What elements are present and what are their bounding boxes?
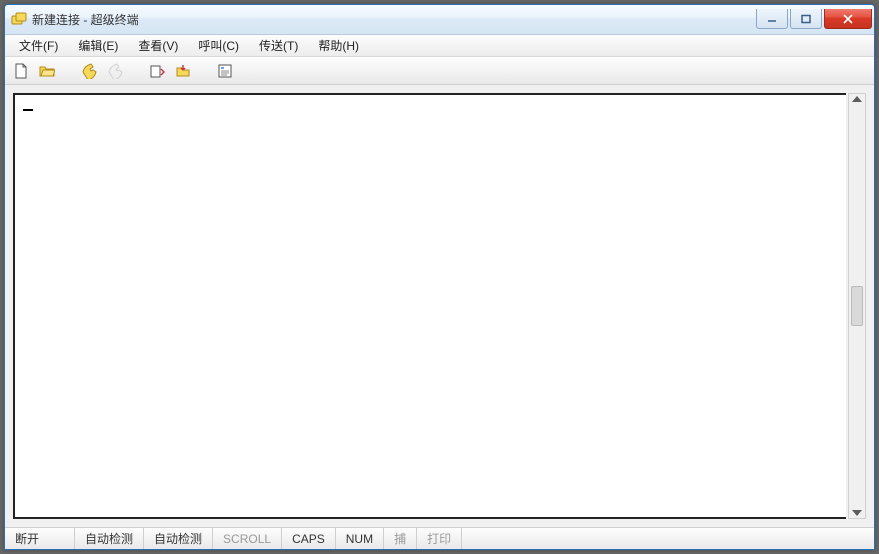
maximize-button[interactable]: [790, 9, 822, 29]
title-bar: 新建连接 - 超级终端: [5, 5, 874, 35]
vertical-scrollbar[interactable]: [848, 93, 866, 519]
status-print: 打印: [417, 528, 462, 549]
client-area: [5, 85, 874, 527]
send-file-icon[interactable]: [147, 61, 167, 81]
scroll-up-icon[interactable]: [852, 96, 862, 102]
menu-edit[interactable]: 编辑(E): [68, 35, 128, 56]
open-folder-icon[interactable]: [37, 61, 57, 81]
app-window: 新建连接 - 超级终端 文件(F) 编辑(E) 查看(V) 呼叫(C) 传送(T…: [4, 4, 875, 550]
status-autodetect-2: 自动检测: [144, 528, 213, 549]
status-autodetect-1: 自动检测: [75, 528, 144, 549]
phone-connect-icon[interactable]: [79, 61, 99, 81]
toolbar: [5, 57, 874, 85]
status-capture: 捕: [384, 528, 417, 549]
app-icon: [11, 12, 27, 28]
properties-icon[interactable]: [215, 61, 235, 81]
window-title: 新建连接 - 超级终端: [32, 11, 139, 28]
terminal-cursor: [23, 109, 33, 111]
phone-disconnect-icon[interactable]: [105, 61, 125, 81]
close-button[interactable]: [824, 9, 872, 29]
receive-file-icon[interactable]: [173, 61, 193, 81]
menu-bar: 文件(F) 编辑(E) 查看(V) 呼叫(C) 传送(T) 帮助(H): [5, 35, 874, 57]
minimize-button[interactable]: [756, 9, 788, 29]
status-connection: 断开: [5, 528, 75, 549]
menu-help[interactable]: 帮助(H): [308, 35, 369, 56]
new-file-icon[interactable]: [11, 61, 31, 81]
terminal-output[interactable]: [13, 93, 846, 519]
menu-call[interactable]: 呼叫(C): [188, 35, 249, 56]
menu-transfer[interactable]: 传送(T): [249, 35, 308, 56]
status-bar: 断开 自动检测 自动检测 SCROLL CAPS NUM 捕 打印: [5, 527, 874, 549]
window-controls: [756, 9, 872, 29]
status-num: NUM: [336, 528, 384, 549]
scroll-thumb[interactable]: [851, 286, 863, 326]
scroll-down-icon[interactable]: [852, 510, 862, 516]
menu-view[interactable]: 查看(V): [128, 35, 188, 56]
status-caps: CAPS: [282, 528, 336, 549]
status-scroll: SCROLL: [213, 528, 282, 549]
menu-file[interactable]: 文件(F): [9, 35, 68, 56]
